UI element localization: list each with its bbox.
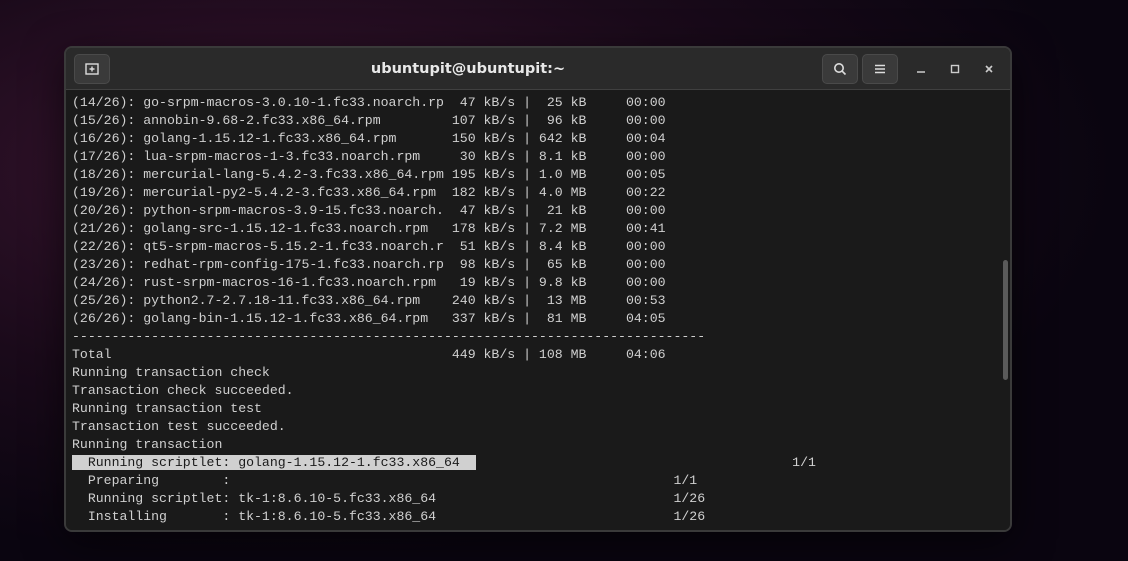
terminal-output: (14/26): go-srpm-macros-3.0.10-1.fc33.no… xyxy=(72,94,1004,526)
minimize-button[interactable] xyxy=(908,56,934,82)
maximize-button[interactable] xyxy=(942,56,968,82)
menu-button[interactable] xyxy=(862,54,898,84)
window-controls xyxy=(908,56,1002,82)
window-title: ubuntupit@ubuntupit:~ xyxy=(114,61,822,77)
close-button[interactable] xyxy=(976,56,1002,82)
current-scriptlet-highlight: Running scriptlet: golang-1.15.12-1.fc33… xyxy=(72,455,476,470)
hamburger-icon xyxy=(872,61,888,77)
minimize-icon xyxy=(915,63,927,75)
scrollbar-thumb[interactable] xyxy=(1003,260,1008,380)
close-icon xyxy=(983,63,995,75)
terminal-body[interactable]: (14/26): go-srpm-macros-3.0.10-1.fc33.no… xyxy=(66,90,1010,530)
new-tab-icon xyxy=(84,61,100,77)
search-button[interactable] xyxy=(822,54,858,84)
terminal-window: ubuntupit@ubuntupit:~ (14/26): go-srpm-m… xyxy=(64,46,1012,532)
new-tab-button[interactable] xyxy=(74,54,110,84)
search-icon xyxy=(832,61,848,77)
maximize-icon xyxy=(949,63,961,75)
titlebar: ubuntupit@ubuntupit:~ xyxy=(66,48,1010,90)
